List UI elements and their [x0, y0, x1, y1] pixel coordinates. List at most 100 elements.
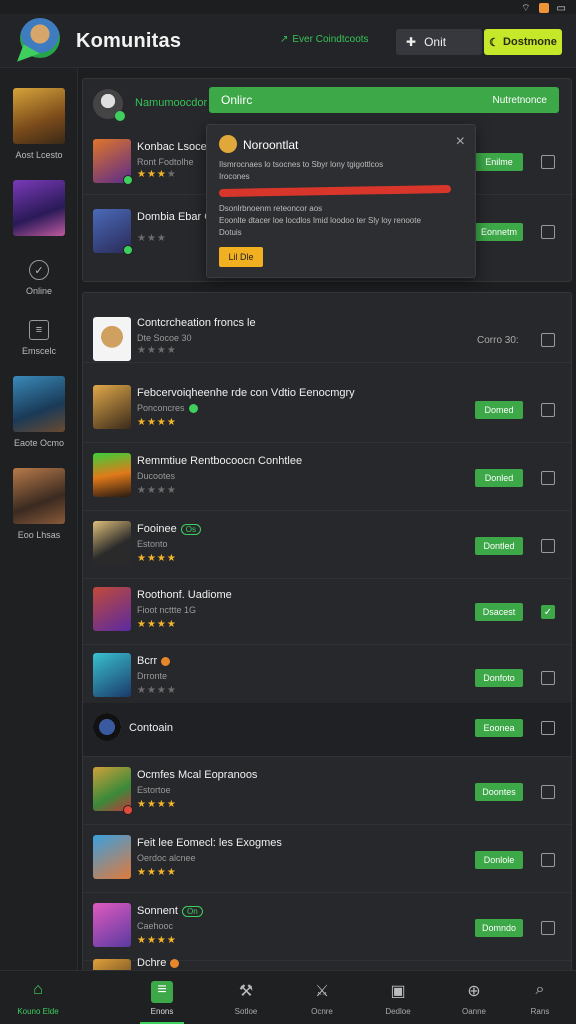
status-dot — [170, 958, 180, 968]
game-subtitle: Caehooc — [137, 921, 174, 931]
game-subtitle-text: Ponconcres — [137, 403, 185, 413]
menu-icon: ≡ — [29, 320, 49, 340]
list-icon: ≡ — [151, 981, 173, 1003]
row-action-button[interactable]: Eonnetm — [475, 223, 523, 241]
row-action-button[interactable]: Doontes — [475, 783, 523, 801]
sidebar: Aost Lcesto ✓ Online ≡ Emscelc Eaote Ocm… — [0, 68, 78, 970]
list-item[interactable]: Feit lee Eomecl: les Exogmes Oerdoc alcn… — [83, 825, 571, 893]
row-status: Corro 30: — [477, 335, 519, 346]
game-subtitle: Estonto — [137, 539, 168, 549]
user-row: Namumoocdor Onlirc Nutretnonce — [83, 85, 573, 121]
game-icon — [93, 453, 131, 497]
row-action-button[interactable]: Eoonea — [475, 719, 523, 737]
rating-stars: ★★★★ — [137, 935, 177, 946]
row-checkbox[interactable] — [541, 853, 555, 867]
nav-label: Kouno Elde — [17, 1007, 59, 1016]
row-checkbox[interactable] — [541, 403, 555, 417]
list-item[interactable]: Contcrcheation froncs le Dte Socoe 30 ★★… — [83, 295, 571, 363]
top-link[interactable]: ↗ Ever Coindtcoots — [280, 34, 369, 45]
rating-stars: ★★★★ — [137, 685, 177, 696]
status-dot — [188, 404, 198, 414]
sidebar-item-online[interactable]: ✓ Online — [0, 260, 78, 296]
battery-icon: ▭ — [556, 2, 566, 14]
alert-badge — [123, 805, 133, 815]
online-bar[interactable]: Onlirc Nutretnonce — [209, 87, 559, 113]
sidebar-item-game-4[interactable]: Eoo Lhsas — [0, 468, 78, 540]
rating-stars: ★★★★ — [137, 345, 177, 356]
row-checkbox[interactable] — [541, 225, 555, 239]
sidebar-item-label: Eaote Ocmo — [13, 438, 65, 448]
sidebar-item-game-2[interactable] — [0, 180, 78, 242]
row-checkbox[interactable] — [541, 921, 555, 935]
list-item[interactable]: Remmtiue Rentbocoocn Conhtlee Ducootes ★… — [83, 443, 571, 511]
row-action-button[interactable]: Dsacest — [475, 603, 523, 621]
status-pill: Os — [180, 524, 201, 535]
sidebar-item-label: Aost Lcesto — [15, 150, 63, 160]
row-action-button[interactable]: Donfoto — [475, 669, 523, 687]
nav-list[interactable]: ≡ Enons — [126, 971, 198, 1024]
game-thumbnail — [13, 468, 65, 524]
game-icon — [93, 587, 131, 631]
row-action-button[interactable]: Dontled — [475, 537, 523, 555]
rating-stars: ★★★★ — [137, 867, 177, 878]
game-name-text: Bcrr — [137, 655, 158, 667]
game-name: Remmtiue Rentbocoocn Conhtlee — [137, 455, 303, 467]
rating-stars: ★★★★ — [137, 553, 177, 564]
nav-label: Ocnre — [311, 1007, 333, 1016]
online-toggle[interactable]: ✚ Onit — [396, 29, 482, 55]
row-checkbox[interactable] — [541, 471, 555, 485]
status-pill: On — [181, 906, 203, 917]
row-action-button[interactable]: Donlole — [475, 851, 523, 869]
row-action-button[interactable]: Donled — [475, 469, 523, 487]
nav-battle[interactable]: ⚔ Ocnre — [286, 971, 358, 1024]
row-action-button[interactable]: Domndo — [475, 919, 523, 937]
logo-wing-icon — [12, 40, 40, 62]
game-name-text: Dchre — [137, 957, 167, 969]
rating-stars: ★★★★ — [137, 417, 177, 428]
sidebar-item-game-1[interactable]: Aost Lcesto — [0, 88, 78, 160]
row-checkbox[interactable] — [541, 785, 555, 799]
online-dot — [115, 111, 125, 121]
user-avatar[interactable] — [93, 89, 125, 121]
user-name: Namumoocdor — [135, 97, 208, 109]
nav-search[interactable]: ⌕ Rans — [504, 971, 576, 1024]
app-logo[interactable] — [12, 18, 60, 64]
list-item[interactable]: Roothonf. Uadiome Fioot ncttte 1G ★★★★ D… — [83, 577, 571, 645]
row-action-button[interactable]: Domed — [475, 401, 523, 419]
nav-home[interactable]: ⌂ Kouno Elde — [2, 971, 74, 1024]
app-title: Komunitas — [76, 30, 182, 52]
cta-button[interactable]: ☾ Dostmone — [484, 29, 562, 55]
row-checkbox[interactable]: ✓ — [541, 605, 555, 619]
error-highlight — [218, 184, 452, 198]
sidebar-item-game-3[interactable]: Eaote Ocmo — [0, 376, 78, 448]
nav-controller[interactable]: ⊕ Oanne — [438, 971, 510, 1024]
list-item[interactable]: Contoain Eoonea — [83, 703, 571, 757]
list-item[interactable]: Sonnent On Caehooc ★★★★ Domndo — [83, 893, 571, 961]
row-checkbox[interactable] — [541, 333, 555, 347]
cta-label: Dostmone — [503, 36, 557, 48]
popup-button[interactable]: Lil Dle — [219, 247, 263, 267]
row-checkbox[interactable] — [541, 721, 555, 735]
controller-icon: ⊕ — [467, 983, 481, 1000]
row-checkbox[interactable] — [541, 671, 555, 685]
sidebar-item-menu[interactable]: ≡ Emscelc — [0, 320, 78, 356]
list-item[interactable]: Fooinee Os Estonto ★★★★ Dontled — [83, 511, 571, 579]
list-item[interactable]: Bcrr Drronte ★★★★ Donfoto — [83, 643, 571, 711]
row-checkbox[interactable] — [541, 155, 555, 169]
nav-games[interactable]: ▣ Dedloe — [362, 971, 434, 1024]
moon-icon: ☾ — [489, 36, 500, 49]
popup-text: Dotuis — [219, 228, 242, 237]
row-checkbox[interactable] — [541, 539, 555, 553]
online-badge — [123, 245, 133, 255]
game-subtitle: Fioot ncttte 1G — [137, 605, 197, 615]
game-subtitle: Estortoe — [137, 785, 171, 795]
list-item[interactable]: Febcervoiqheenhe rde con Vdtio Eenocmgry… — [83, 375, 571, 443]
row-action-button[interactable]: Enilme — [475, 153, 523, 171]
sword-icon: ⚔ — [314, 983, 330, 1000]
list-item[interactable]: Ocmfes Mcal Eopranoos Estortoe ★★★★ Doon… — [83, 757, 571, 825]
game-name: Contoain — [129, 722, 174, 734]
sidebar-item-label: Online — [25, 286, 52, 296]
nav-tools[interactable]: ⚒ Sotloe — [210, 971, 282, 1024]
close-icon[interactable]: × — [456, 133, 465, 151]
game-thumbnail — [13, 88, 65, 144]
